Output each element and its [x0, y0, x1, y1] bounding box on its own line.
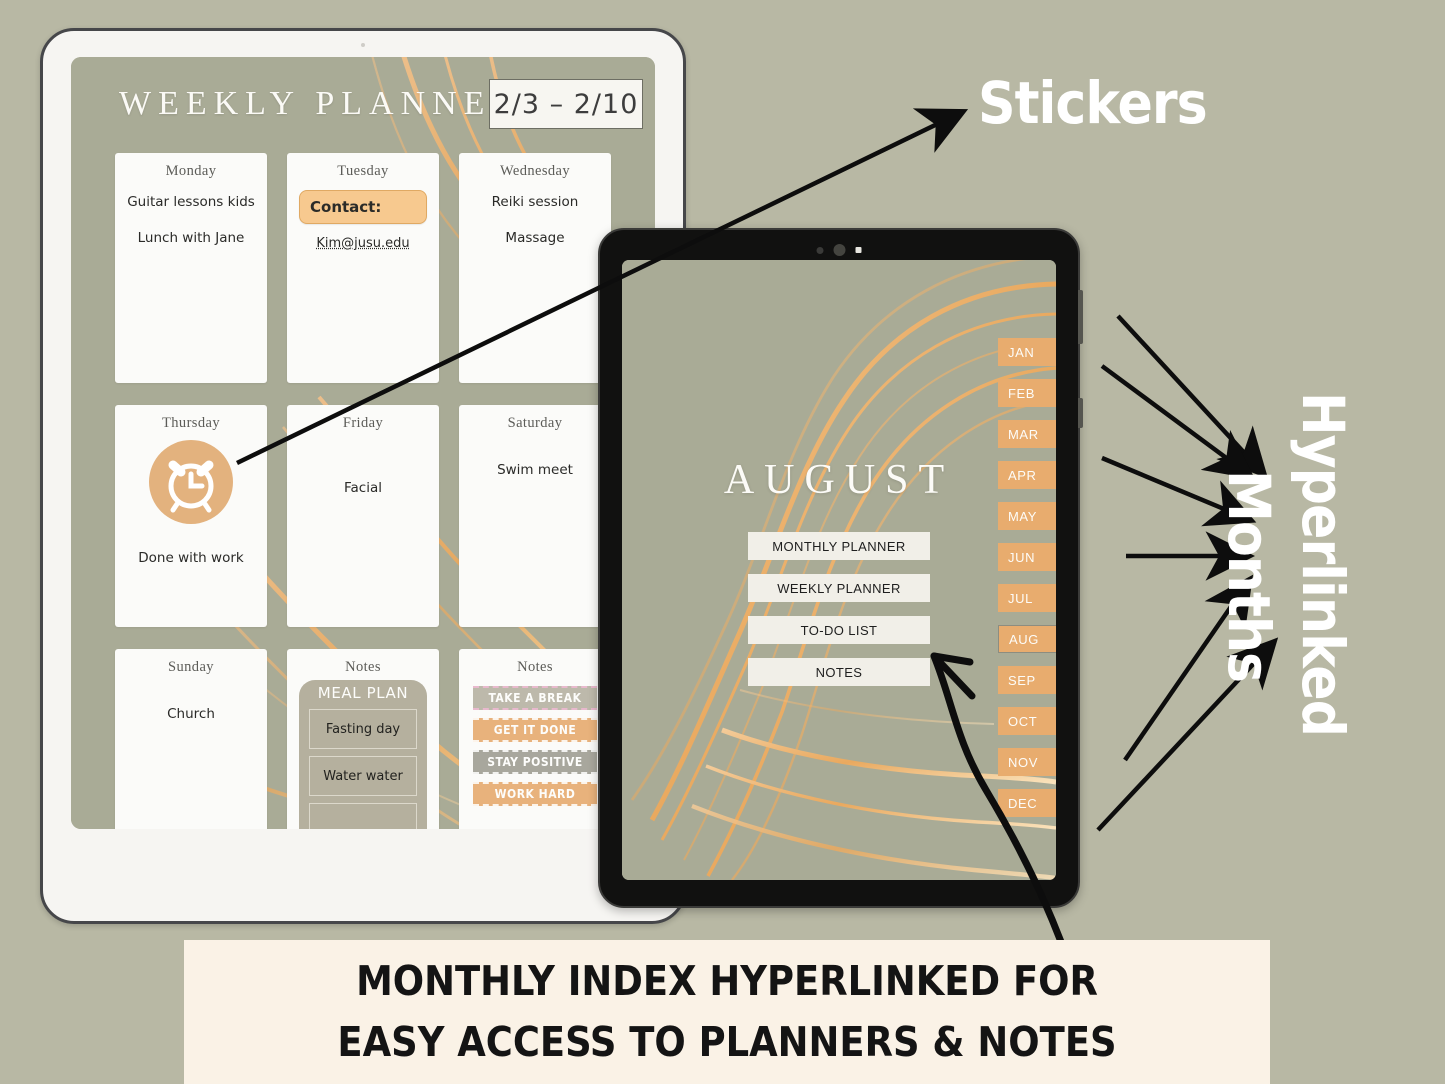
- day-entries: Reiki session Massage: [459, 194, 611, 246]
- quote-sticker[interactable]: STAY POSITIVE: [473, 750, 597, 774]
- month-tab-mar[interactable]: MAR: [998, 420, 1056, 448]
- camera-lens-icon: [833, 244, 846, 256]
- day-entries: Swim meet: [459, 462, 611, 478]
- month-tab-aug[interactable]: AUG: [998, 625, 1056, 653]
- monthly-index-screen: AUGUST MONTHLY PLANNER WEEKLY PLANNER TO…: [622, 260, 1056, 880]
- arrow-to-months-2: [1100, 364, 1256, 480]
- caption-line-2: EASY ACCESS TO PLANNERS & NOTES: [337, 1018, 1117, 1066]
- month-tab-nov[interactable]: NOV: [998, 748, 1056, 776]
- contact-email-text: Kim@jusu.edu: [316, 236, 410, 251]
- tablet-monthly-index: AUGUST MONTHLY PLANNER WEEKLY PLANNER TO…: [598, 228, 1083, 908]
- poster-canvas: WEEKLY PLANNER 2/3 – 2/10 Monday Guitar …: [0, 0, 1445, 1084]
- month-tab-rail: JAN FEB MAR APR MAY JUN JUL AUG SEP OCT …: [998, 338, 1056, 830]
- meal-plan-sticker[interactable]: MEAL PLAN Fasting day Water water: [299, 680, 427, 829]
- quote-sticker-list: TAKE A BREAK GET IT DONE STAY POSITIVE W…: [473, 686, 597, 806]
- contact-sticker-label: Contact:: [310, 198, 382, 216]
- arrow-to-months-1: [1116, 314, 1269, 479]
- entry-text: Guitar lessons kids: [127, 194, 255, 210]
- month-tab-jun[interactable]: JUN: [998, 543, 1056, 571]
- day-card-sunday[interactable]: Sunday Church: [115, 649, 267, 829]
- weekly-grid: Monday Guitar lessons kids Lunch with Ja…: [115, 153, 611, 829]
- menu-item-weekly-planner[interactable]: WEEKLY PLANNER: [748, 574, 930, 602]
- day-card-notes-mealplan[interactable]: Notes MEAL PLAN Fasting day Water water: [287, 649, 439, 829]
- tablet-weekly-screen: WEEKLY PLANNER 2/3 – 2/10 Monday Guitar …: [71, 57, 655, 829]
- day-card-tuesday[interactable]: Tuesday Contact: Kim@jusu.edu: [287, 153, 439, 383]
- label-stickers: Stickers: [978, 69, 1208, 137]
- quote-sticker[interactable]: GET IT DONE: [473, 718, 597, 742]
- indicator-dot-icon: [855, 247, 862, 253]
- month-tab-jul[interactable]: JUL: [998, 584, 1056, 612]
- month-tab-oct[interactable]: OCT: [998, 707, 1056, 735]
- date-range-value: 2/3 – 2/10: [493, 88, 639, 120]
- notes-label: Notes: [345, 659, 381, 675]
- meal-plan-row[interactable]: [309, 803, 417, 829]
- day-label: Monday: [165, 163, 217, 179]
- label-months: Months: [1215, 470, 1283, 683]
- month-tab-apr[interactable]: APR: [998, 461, 1056, 489]
- power-button[interactable]: [1078, 290, 1083, 344]
- caption-banner: MONTHLY INDEX HYPERLINKED FOR EASY ACCES…: [184, 940, 1270, 1084]
- entry-text: Facial: [344, 480, 382, 496]
- entry-text: Reiki session: [491, 194, 579, 210]
- day-card-thursday[interactable]: Thursday Done with work: [115, 405, 267, 627]
- day-entries: Church: [115, 706, 267, 722]
- day-label: Sunday: [168, 659, 214, 675]
- month-tab-feb[interactable]: FEB: [998, 379, 1056, 407]
- tablet-weekly-planner: WEEKLY PLANNER 2/3 – 2/10 Monday Guitar …: [40, 28, 686, 924]
- menu-item-monthly-planner[interactable]: MONTHLY PLANNER: [748, 532, 930, 560]
- day-entries: Facial: [287, 480, 439, 496]
- index-menu: MONTHLY PLANNER WEEKLY PLANNER TO-DO LIS…: [748, 532, 930, 700]
- day-card-friday[interactable]: Friday Facial: [287, 405, 439, 627]
- entry-text: Church: [167, 706, 215, 722]
- page-title: WEEKLY PLANNER: [119, 85, 522, 122]
- day-label: Thursday: [162, 415, 220, 431]
- front-camera-cluster: [816, 244, 862, 256]
- day-entries: Guitar lessons kids Lunch with Jane: [115, 194, 267, 246]
- month-title: AUGUST: [723, 457, 955, 503]
- day-label: Saturday: [507, 415, 563, 431]
- label-hyperlinked: Hyperlinked: [1289, 392, 1357, 736]
- quote-sticker[interactable]: TAKE A BREAK: [473, 686, 597, 710]
- entry-text: Massage: [505, 230, 565, 246]
- menu-item-notes[interactable]: NOTES: [748, 658, 930, 686]
- month-tab-may[interactable]: MAY: [998, 502, 1056, 530]
- alarm-clock-icon[interactable]: [149, 440, 233, 524]
- month-tab-sep[interactable]: SEP: [998, 666, 1056, 694]
- day-card-wednesday[interactable]: Wednesday Reiki session Massage: [459, 153, 611, 383]
- day-entries: Done with work: [115, 550, 267, 566]
- contact-sticker[interactable]: Contact:: [299, 190, 427, 224]
- arrow-to-months-6: [1096, 637, 1279, 832]
- sensor-dot-icon: [816, 246, 824, 254]
- quote-sticker[interactable]: WORK HARD: [473, 782, 597, 806]
- day-card-notes-stickers[interactable]: Notes TAKE A BREAK GET IT DONE STAY POSI…: [459, 649, 611, 829]
- day-label: Wednesday: [499, 163, 571, 179]
- weekly-planner-page: WEEKLY PLANNER 2/3 – 2/10 Monday Guitar …: [71, 57, 655, 829]
- date-range-field[interactable]: 2/3 – 2/10: [489, 79, 643, 129]
- notes-label: Notes: [517, 659, 553, 675]
- caption-line-1: MONTHLY INDEX HYPERLINKED FOR: [356, 956, 1098, 1005]
- day-card-monday[interactable]: Monday Guitar lessons kids Lunch with Ja…: [115, 153, 267, 383]
- entry-text: Lunch with Jane: [137, 230, 245, 246]
- meal-plan-row[interactable]: Water water: [309, 756, 417, 796]
- day-card-saturday[interactable]: Saturday Swim meet: [459, 405, 611, 627]
- entry-text: Done with work: [138, 550, 244, 566]
- arrow-to-months-3: [1101, 455, 1257, 527]
- month-tab-jan[interactable]: JAN: [998, 338, 1056, 366]
- front-camera-dot: [361, 43, 365, 47]
- entry-text: Swim meet: [497, 462, 573, 478]
- meal-plan-title: MEAL PLAN: [317, 684, 409, 702]
- day-label: Friday: [342, 415, 384, 431]
- arrow-to-months-5: [1123, 574, 1254, 762]
- volume-button[interactable]: [1078, 398, 1083, 428]
- month-tab-dec[interactable]: DEC: [998, 789, 1056, 817]
- meal-plan-row[interactable]: Fasting day: [309, 709, 417, 749]
- day-label: Tuesday: [337, 163, 389, 179]
- menu-item-to-do-list[interactable]: TO-DO LIST: [748, 616, 930, 644]
